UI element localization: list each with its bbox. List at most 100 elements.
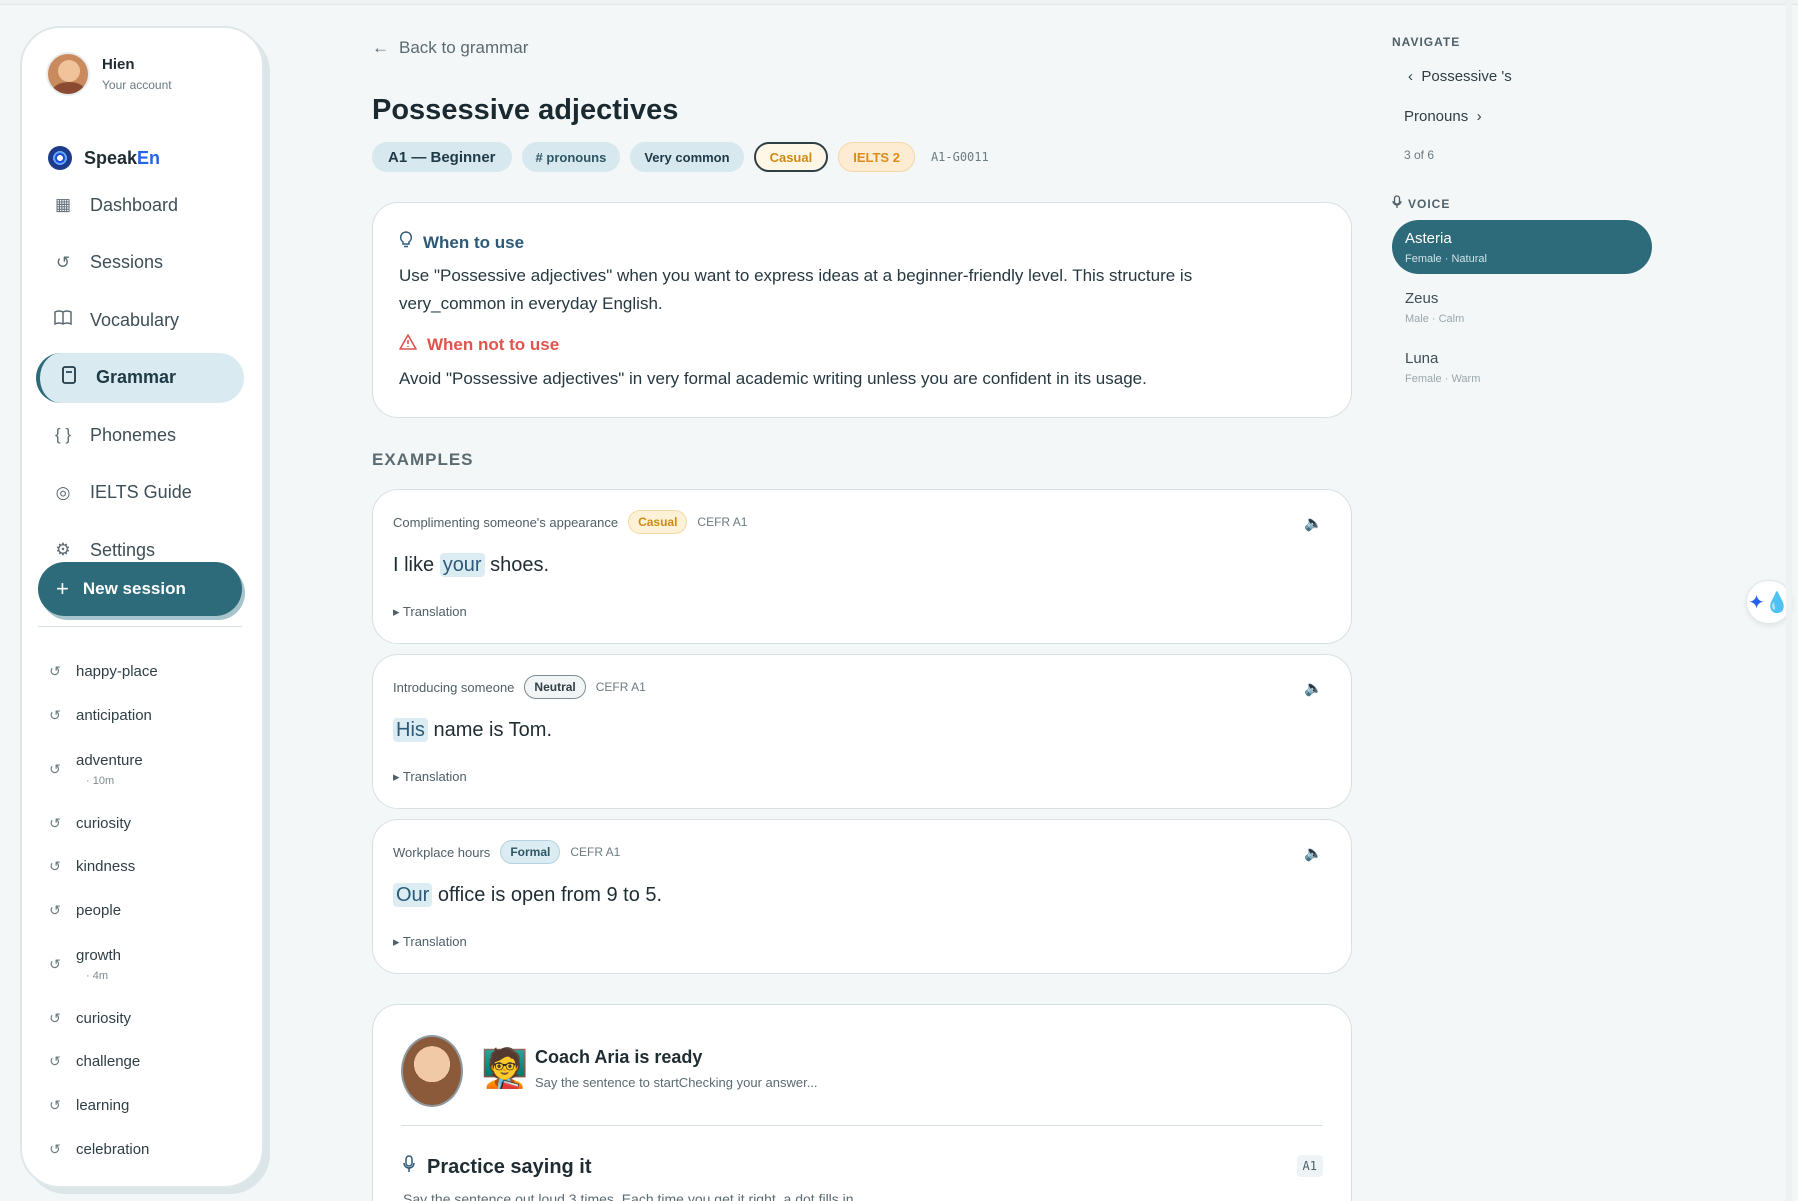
history-item[interactable]: ↺ adventure · 10m — [46, 737, 246, 801]
back-link-label: Back to grammar — [399, 38, 529, 57]
history-item-label: curiosity — [76, 814, 132, 832]
history-icon: ↺ — [49, 902, 61, 919]
example-context: Introducing someone — [393, 679, 515, 695]
history-item-label: people — [76, 902, 122, 920]
next-topic-link[interactable]: Pronouns › — [1404, 108, 1482, 125]
example-sentence: I like your shoes. — [393, 553, 550, 577]
user-avatar[interactable] — [46, 52, 90, 96]
topic-position: 3 of 6 — [1404, 148, 1435, 162]
translation-label: Translation — [402, 769, 467, 784]
history-item[interactable]: ↺ anticipation — [46, 694, 246, 738]
history-item[interactable]: ↺ growth · 4m — [46, 932, 246, 996]
back-link[interactable]: ← Back to grammar — [372, 38, 528, 58]
history-icon: ↺ — [49, 707, 61, 724]
speaker-icon[interactable]: 🔈 — [1304, 679, 1323, 697]
coach-divider — [401, 1125, 1323, 1126]
new-session-label: New session — [82, 579, 186, 598]
history-item-label: challenge — [76, 1053, 141, 1071]
translation-label: Translation — [402, 934, 467, 949]
account-subtitle: Your account — [102, 78, 172, 92]
translation-label: Translation — [402, 604, 467, 619]
nav-item-label: Settings — [90, 539, 156, 560]
when-to-use-label: When to use — [423, 232, 525, 252]
voice-option[interactable]: Luna Female · Warm — [1392, 340, 1652, 394]
highlighted-word: His — [393, 718, 428, 742]
nav-item-sessions[interactable]: ↺ Sessions — [36, 238, 244, 288]
examples-section-label: EXAMPLES — [372, 450, 474, 469]
translation-toggle[interactable]: ▸ Translation — [393, 934, 467, 950]
history-item-label: kindness — [76, 858, 136, 876]
ielts-badge: IELTS 2 — [838, 142, 915, 172]
topic-tag[interactable]: # pronouns — [521, 142, 621, 172]
sidebar: Hien Your account SpeakEn ▦ Dashboard ↺ … — [20, 26, 264, 1188]
coach-avatar — [401, 1035, 463, 1107]
usage-card: When to use Use "Possessive adjectives" … — [372, 202, 1352, 418]
sentence-after: shoes. — [484, 554, 550, 576]
account-block[interactable]: Hien Your account — [46, 52, 172, 96]
nav-item-ielts-guide[interactable]: ◎ IELTS Guide — [36, 468, 244, 518]
chevron-right-icon: › — [1476, 108, 1482, 125]
cefr-label: CEFR A1 — [697, 515, 748, 529]
translation-toggle[interactable]: ▸ Translation — [393, 604, 467, 620]
book-open-icon — [52, 309, 74, 331]
navigate-label: NAVIGATE — [1392, 35, 1461, 49]
history-item-label: curiosity — [76, 1009, 132, 1027]
lightbulb-icon — [399, 231, 413, 254]
cefr-label: CEFR A1 — [595, 680, 646, 694]
history-item[interactable]: ↺ people — [46, 889, 246, 933]
plus-icon: + — [56, 576, 69, 601]
nav-item-label: Phonemes — [90, 424, 177, 445]
prev-topic-label: Possessive 's — [1421, 68, 1512, 85]
chevron-left-icon: ‹ — [1408, 68, 1413, 85]
next-topic-label: Pronouns — [1404, 108, 1469, 125]
teacher-emoji-icon: 🧑‍🏫 — [481, 1048, 529, 1090]
nav-item-vocabulary[interactable]: Vocabulary — [36, 295, 244, 345]
prev-topic-link[interactable]: ‹ Possessive 's — [1408, 68, 1512, 85]
history-item[interactable]: ↺ curiosity — [46, 996, 246, 1040]
history-icon: ↺ — [49, 1140, 61, 1157]
history-item-label: celebration — [76, 1140, 150, 1158]
droplet-sparkle-icon: ✦💧 — [1748, 591, 1790, 614]
sentence-after: name is Tom. — [427, 719, 553, 741]
speaker-icon[interactable]: 🔈 — [1304, 844, 1323, 862]
nav-item-label: IELTS Guide — [90, 482, 192, 502]
example-meta: Complimenting someone's appearance Casua… — [393, 510, 747, 534]
nav-item-dashboard[interactable]: ▦ Dashboard — [36, 180, 244, 230]
page-scrollbar[interactable] — [1786, 0, 1792, 1201]
nav-item-phonemes[interactable]: { } Phonemes — [36, 410, 244, 460]
voice-name: Asteria — [1405, 230, 1452, 247]
voice-option[interactable]: Zeus Male · Calm — [1392, 280, 1652, 334]
history-item-label: anticipation — [76, 1185, 152, 1186]
history-item[interactable]: ↺ challenge — [46, 1040, 246, 1084]
history-item[interactable]: ↺ anticipation — [46, 1171, 246, 1186]
history-icon: ↺ — [49, 1009, 61, 1026]
history-icon: ↺ — [46, 1185, 64, 1186]
level-badge: A1 — Beginner — [372, 142, 512, 172]
tag-row: A1 — Beginner # pronouns Very common Cas… — [372, 142, 989, 172]
history-icon: ↺ — [49, 858, 61, 875]
history-item[interactable]: ↺ kindness — [46, 845, 246, 889]
voice-option[interactable]: Asteria Female · Natural — [1392, 220, 1652, 274]
brand[interactable]: SpeakEn — [48, 146, 160, 170]
voice-name: Zeus — [1405, 290, 1439, 307]
soundwave-logo-icon — [48, 146, 72, 170]
new-session-button[interactable]: + New session — [38, 562, 242, 616]
history-item-label: happy-place — [76, 663, 158, 681]
nav-item-grammar[interactable]: Grammar — [36, 352, 244, 403]
window-top-edge — [0, 0, 1798, 5]
voice-name: Luna — [1405, 350, 1439, 367]
history-item[interactable]: ↺ celebration — [46, 1128, 246, 1172]
speaker-icon[interactable]: 🔈 — [1304, 514, 1323, 532]
grammar-code: A1-G0011 — [930, 150, 989, 164]
history-item[interactable]: ↺ happy-place — [46, 650, 246, 694]
practice-heading: Practice saying it — [403, 1155, 592, 1179]
history-item[interactable]: ↺ curiosity — [46, 801, 246, 845]
register-badge: Casual — [753, 142, 829, 172]
cefr-label: CEFR A1 — [570, 845, 621, 859]
voice-description: Female · Warm — [1405, 373, 1481, 385]
history-item[interactable]: ↺ learning — [46, 1084, 246, 1128]
highlighted-word: your — [439, 553, 485, 577]
microphone-icon — [403, 1155, 415, 1179]
translation-toggle[interactable]: ▸ Translation — [393, 769, 467, 785]
register-badge: Casual — [628, 510, 688, 534]
